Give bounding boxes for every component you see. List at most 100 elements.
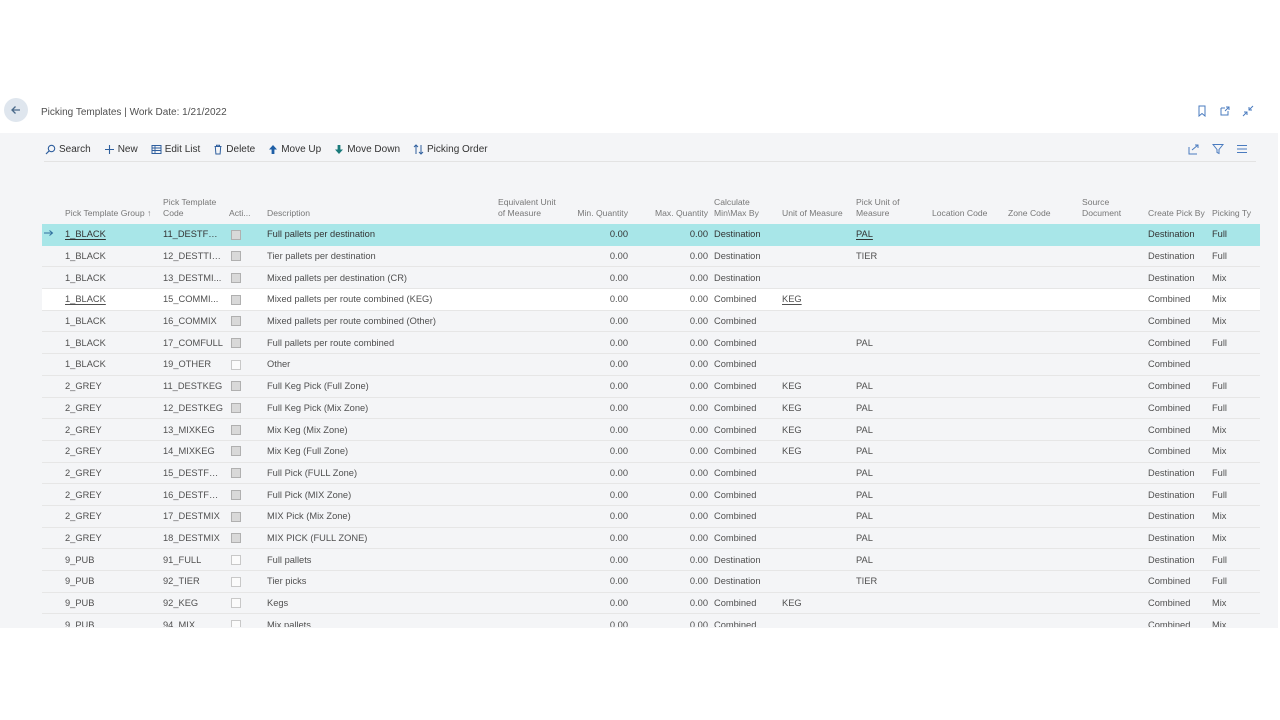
share-icon[interactable] xyxy=(1187,142,1200,155)
cell-equivalent-uom[interactable] xyxy=(495,483,559,506)
cell-equivalent-uom[interactable] xyxy=(495,353,559,376)
table-row[interactable]: 9_PUB 92_KEG Kegs 0.00 0.00 Combined KEG Combin… xyxy=(42,592,1260,615)
cell-pick-template-code[interactable]: 15_COMMI... xyxy=(160,288,226,311)
col-max-quantity[interactable]: Max. Quantity xyxy=(631,183,711,224)
cell-create-pick-by[interactable]: Destination xyxy=(1145,527,1209,550)
cell-pick-template-group[interactable]: 9_PUB xyxy=(62,548,160,571)
cell-zone-code[interactable] xyxy=(1005,418,1079,441)
cell-source-document[interactable] xyxy=(1079,397,1145,420)
cell-min-quantity[interactable]: 0.00 xyxy=(559,397,631,420)
table-row[interactable]: 2_GREY 18_DESTMIX MIX PICK (FULL ZONE) 0.00… xyxy=(42,527,1260,550)
cell-pick-template-group[interactable]: 9_PUB xyxy=(62,592,160,615)
cell-max-quantity[interactable]: 0.00 xyxy=(631,224,711,246)
table-row[interactable]: 2_GREY 17_DESTMIX MIX Pick (Mix Zone) 0.00 0… xyxy=(42,505,1260,528)
cell-equivalent-uom[interactable] xyxy=(495,592,559,615)
cell-picking-type[interactable]: Mix xyxy=(1209,310,1260,333)
row-marker[interactable] xyxy=(42,224,62,246)
cell-description[interactable]: Tier picks xyxy=(264,570,495,593)
cell-calculate-min-max-by[interactable]: Combined xyxy=(711,418,779,441)
cell-description[interactable]: Mix Keg (Full Zone) xyxy=(264,440,495,463)
cell-pick-unit-of-measure[interactable]: PAL xyxy=(853,440,929,463)
cell-pick-template-group[interactable]: 2_GREY xyxy=(62,440,160,463)
cell-pick-unit-of-measure[interactable]: PAL xyxy=(853,375,929,398)
new-button[interactable]: New xyxy=(104,144,138,155)
cell-active[interactable] xyxy=(226,440,264,463)
cell-pick-template-code[interactable]: 13_MIXKEG xyxy=(160,418,226,441)
cell-description[interactable]: Mixed pallets per route combined (KEG) xyxy=(264,288,495,311)
cell-unit-of-measure[interactable]: KEG xyxy=(779,592,853,615)
cell-pick-template-code[interactable]: 19_OTHER xyxy=(160,353,226,376)
cell-zone-code[interactable] xyxy=(1005,527,1079,550)
cell-location-code[interactable] xyxy=(929,527,1005,550)
cell-max-quantity[interactable]: 0.00 xyxy=(631,592,711,615)
active-checkbox[interactable] xyxy=(231,468,241,479)
cell-location-code[interactable] xyxy=(929,288,1005,311)
row-marker[interactable] xyxy=(42,288,62,311)
cell-pick-unit-of-measure[interactable]: PAL xyxy=(853,527,929,550)
cell-min-quantity[interactable]: 0.00 xyxy=(559,592,631,615)
cell-max-quantity[interactable]: 0.00 xyxy=(631,570,711,593)
cell-equivalent-uom[interactable] xyxy=(495,505,559,528)
cell-min-quantity[interactable]: 0.00 xyxy=(559,548,631,571)
cell-source-document[interactable] xyxy=(1079,548,1145,571)
cell-active[interactable] xyxy=(226,483,264,506)
row-marker[interactable] xyxy=(42,397,62,420)
cell-pick-template-code[interactable]: 11_DESTKEG xyxy=(160,375,226,398)
col-create-pick-by[interactable]: Create Pick By xyxy=(1145,183,1209,224)
row-marker[interactable] xyxy=(42,245,62,268)
cell-min-quantity[interactable]: 0.00 xyxy=(559,331,631,355)
cell-location-code[interactable] xyxy=(929,613,1005,627)
cell-active[interactable] xyxy=(226,224,264,246)
cell-pick-template-group[interactable]: 2_GREY xyxy=(62,375,160,398)
cell-calculate-min-max-by[interactable]: Combined xyxy=(711,483,779,506)
cell-location-code[interactable] xyxy=(929,397,1005,420)
cell-source-document[interactable] xyxy=(1079,266,1145,290)
table-row[interactable]: 9_PUB 94_MIX Mix pallets 0.00 0.00 Combined Co… xyxy=(42,613,1260,627)
cell-description[interactable]: Mix pallets xyxy=(264,613,495,627)
cell-zone-code[interactable] xyxy=(1005,505,1079,528)
row-marker[interactable] xyxy=(42,592,62,615)
cell-zone-code[interactable] xyxy=(1005,353,1079,376)
table-row[interactable]: 2_GREY 16_DESTFULL Full Pick (MIX Zone) 0.0… xyxy=(42,483,1260,506)
cell-equivalent-uom[interactable] xyxy=(495,418,559,441)
cell-location-code[interactable] xyxy=(929,462,1005,485)
cell-pick-template-code[interactable]: 12_DESTTIER xyxy=(160,245,226,268)
cell-create-pick-by[interactable]: Combined xyxy=(1145,613,1209,627)
cell-equivalent-uom[interactable] xyxy=(495,570,559,593)
cell-location-code[interactable] xyxy=(929,353,1005,376)
cell-source-document[interactable] xyxy=(1079,483,1145,506)
cell-pick-template-code[interactable]: 92_KEG xyxy=(160,592,226,615)
row-marker[interactable] xyxy=(42,462,62,485)
cell-active[interactable] xyxy=(226,548,264,571)
col-pick-template-code[interactable]: Pick Template Code xyxy=(160,183,226,224)
cell-equivalent-uom[interactable] xyxy=(495,548,559,571)
cell-unit-of-measure[interactable]: KEG xyxy=(779,440,853,463)
active-checkbox[interactable] xyxy=(231,272,241,283)
table-row[interactable]: 2_GREY 13_MIXKEG Mix Keg (Mix Zone) 0.00 0.0… xyxy=(42,418,1260,441)
cell-source-document[interactable] xyxy=(1079,418,1145,441)
active-checkbox[interactable] xyxy=(231,294,241,305)
cell-pick-unit-of-measure[interactable]: TIER xyxy=(853,245,929,268)
cell-pick-template-code[interactable]: 13_DESTMI... xyxy=(160,266,226,290)
cell-picking-type[interactable]: Full xyxy=(1209,462,1260,485)
cell-create-pick-by[interactable]: Combined xyxy=(1145,570,1209,593)
cell-active[interactable] xyxy=(226,245,264,268)
cell-create-pick-by[interactable]: Combined xyxy=(1145,331,1209,355)
cell-pick-unit-of-measure[interactable] xyxy=(853,592,929,615)
open-new-window-icon[interactable] xyxy=(1219,105,1231,117)
cell-picking-type[interactable]: Full xyxy=(1209,331,1260,355)
cell-zone-code[interactable] xyxy=(1005,440,1079,463)
cell-source-document[interactable] xyxy=(1079,245,1145,268)
cell-calculate-min-max-by[interactable]: Destination xyxy=(711,266,779,290)
row-marker[interactable] xyxy=(42,548,62,571)
cell-pick-unit-of-measure[interactable]: TIER xyxy=(853,570,929,593)
active-checkbox[interactable] xyxy=(231,251,241,262)
active-checkbox[interactable] xyxy=(231,554,241,565)
col-pick-unit-of-measure[interactable]: Pick Unit of Measure xyxy=(853,183,929,224)
cell-zone-code[interactable] xyxy=(1005,288,1079,311)
cell-description[interactable]: Full pallets per route combined xyxy=(264,331,495,355)
table-row[interactable]: 9_PUB 92_TIER Tier picks 0.00 0.00 Destinatio… xyxy=(42,570,1260,593)
cell-zone-code[interactable] xyxy=(1005,375,1079,398)
cell-unit-of-measure[interactable] xyxy=(779,462,853,485)
table-row[interactable]: 2_GREY 11_DESTKEG Full Keg Pick (Full Zone… xyxy=(42,375,1260,398)
